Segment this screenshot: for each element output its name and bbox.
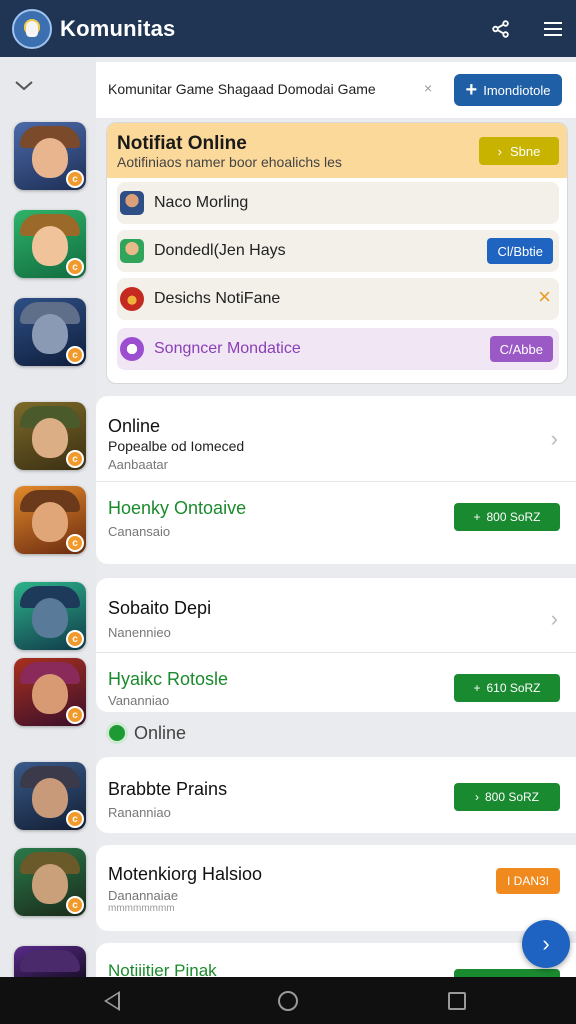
- join-button[interactable]: › 800 SoRZ: [454, 783, 560, 811]
- notification-header: Notifiat Online Aotifiniaos namer boor e…: [107, 123, 567, 178]
- badge-icon: c: [66, 346, 84, 364]
- notification-title: Notifiat Online: [117, 133, 247, 154]
- list-item[interactable]: Motenkiorg Halsioo Danannaiae mmmmmmmm I…: [96, 845, 576, 931]
- join-button-label: 800 SoRZ: [484, 790, 540, 804]
- chevron-right-icon[interactable]: ›: [551, 606, 558, 632]
- join-button-label: 800 SoRZ: [486, 510, 541, 524]
- game-avatar[interactable]: c: [14, 210, 86, 278]
- badge-icon: c: [66, 896, 84, 914]
- game-avatar[interactable]: c: [14, 402, 86, 470]
- status-button[interactable]: I DAN3I: [496, 868, 560, 894]
- search-bar: Komunitar Game Shagaad Domodai Game × + …: [96, 62, 576, 118]
- notification-row[interactable]: Desichs NotiFane ×: [117, 278, 559, 320]
- game-avatar[interactable]: c: [14, 298, 86, 366]
- chevron-right-icon: ›: [474, 790, 479, 804]
- list-item-title[interactable]: Hyaikc Rotosle: [108, 669, 228, 690]
- notification-row[interactable]: Songncer Mondatice C/Abbe: [117, 328, 559, 370]
- list-item-subtitle: Popealbe od Iomeced: [108, 438, 245, 454]
- recent-apps-icon[interactable]: [448, 992, 466, 1010]
- game-avatar[interactable]: c: [14, 486, 86, 554]
- notification-panel: Notifiat Online Aotifiniaos namer boor e…: [106, 122, 568, 384]
- join-button[interactable]: [454, 969, 560, 977]
- smile-icon: [120, 337, 144, 361]
- notification-row-label: Desichs NotiFane: [154, 290, 281, 307]
- top-app-bar: Komunitas: [0, 0, 576, 57]
- list-item-subtitle: Danannaiae: [108, 888, 179, 903]
- chevron-right-icon[interactable]: ›: [551, 426, 558, 452]
- game-avatar[interactable]: c: [14, 658, 86, 726]
- home-icon[interactable]: [278, 991, 298, 1011]
- game-avatar[interactable]: c: [14, 122, 86, 190]
- notification-row-button[interactable]: Cl/Bbtie: [487, 238, 553, 264]
- list-item-meta: Aanbaatar: [108, 457, 168, 472]
- chevron-right-icon: ›: [497, 143, 502, 159]
- badge-icon: c: [66, 706, 84, 724]
- share-icon[interactable]: [486, 14, 516, 44]
- plus-icon: +: [473, 510, 481, 524]
- badge-icon: c: [66, 810, 84, 828]
- close-icon[interactable]: ×: [538, 284, 551, 310]
- notification-subtitle: Aotifiniaos namer boor ehoalichs les: [117, 154, 342, 170]
- list-item-title: Motenkiorg Halsioo: [108, 864, 263, 884]
- game-avatar[interactable]: [14, 946, 86, 977]
- list-item-subtitle: Rananniao: [108, 805, 171, 820]
- list-item-title[interactable]: Hoenky Ontoaive: [108, 498, 246, 519]
- list-item-subtitle: Canansaio: [108, 524, 171, 539]
- badge-icon: c: [66, 630, 84, 648]
- search-input[interactable]: Komunitar Game Shagaad Domodai Game: [108, 81, 376, 97]
- list-item-subtitle: Vananniao: [108, 693, 170, 708]
- back-icon[interactable]: [104, 991, 120, 1011]
- join-button[interactable]: + 800 SoRZ: [454, 503, 560, 531]
- game-avatar-icon: [120, 239, 144, 263]
- notification-row-label: Songncer Mondatice: [154, 340, 301, 357]
- app-title: Komunitas: [60, 15, 176, 41]
- badge-icon: c: [66, 170, 84, 188]
- online-indicator: Online: [106, 722, 186, 744]
- list-section: Sobaito Depi Nanennieo › Hyaikc Rotosle …: [96, 578, 576, 712]
- join-button[interactable]: + 610 SoRZ: [454, 674, 560, 702]
- notification-action-label: Sbne: [509, 143, 541, 159]
- badge-icon: c: [66, 534, 84, 552]
- chevron-right-icon: ›: [542, 931, 550, 956]
- chevron-down-icon[interactable]: [10, 72, 38, 100]
- online-status-icon: [106, 722, 128, 744]
- add-community-button[interactable]: + Imondiotole: [454, 74, 562, 106]
- list-item[interactable]: Notiiitier Pinak: [96, 943, 576, 980]
- plus-icon: +: [465, 79, 478, 101]
- notification-row[interactable]: Naco Morling: [117, 182, 559, 224]
- notification-row[interactable]: Dondedl(Jen Hays Cl/Bbtie: [117, 230, 559, 272]
- notification-row-label: Naco Morling: [154, 194, 249, 211]
- floating-action-button[interactable]: ›: [522, 920, 570, 968]
- list-item-title[interactable]: Sobaito Depi: [108, 598, 211, 619]
- system-nav-bar: [0, 977, 576, 1024]
- list-item-subtitle: Nanennieo: [108, 625, 171, 640]
- plus-icon: +: [473, 681, 481, 695]
- user-avatar-icon: [120, 191, 144, 215]
- divider: [96, 481, 576, 482]
- notification-action-button[interactable]: › Sbne: [479, 137, 559, 165]
- clear-icon[interactable]: ×: [424, 80, 432, 96]
- online-label: Online: [134, 722, 187, 743]
- list-item-meta: mmmmmmmm: [108, 903, 175, 914]
- app-logo-icon: [12, 8, 52, 49]
- notification-row-button[interactable]: C/Abbe: [489, 336, 553, 362]
- divider: [96, 652, 576, 653]
- list-section: Online Popealbe od Iomeced Aanbaatar › H…: [96, 396, 576, 564]
- badge-icon: c: [66, 258, 84, 276]
- game-avatar[interactable]: c: [14, 848, 86, 916]
- game-avatar[interactable]: c: [14, 762, 86, 830]
- menu-icon[interactable]: [538, 14, 568, 44]
- notification-row-label: Dondedl(Jen Hays: [154, 242, 286, 259]
- list-item-title[interactable]: Online: [108, 416, 160, 437]
- join-button-label: 610 SoRZ: [486, 681, 541, 695]
- flame-icon: [120, 287, 144, 311]
- badge-icon: c: [66, 450, 84, 468]
- list-item[interactable]: Brabbte Prains Rananniao › 800 SoRZ: [96, 757, 576, 833]
- list-item-title: Brabbte Prains: [108, 779, 228, 799]
- add-community-label: Imondiotole: [483, 82, 551, 98]
- game-avatar[interactable]: c: [14, 582, 86, 650]
